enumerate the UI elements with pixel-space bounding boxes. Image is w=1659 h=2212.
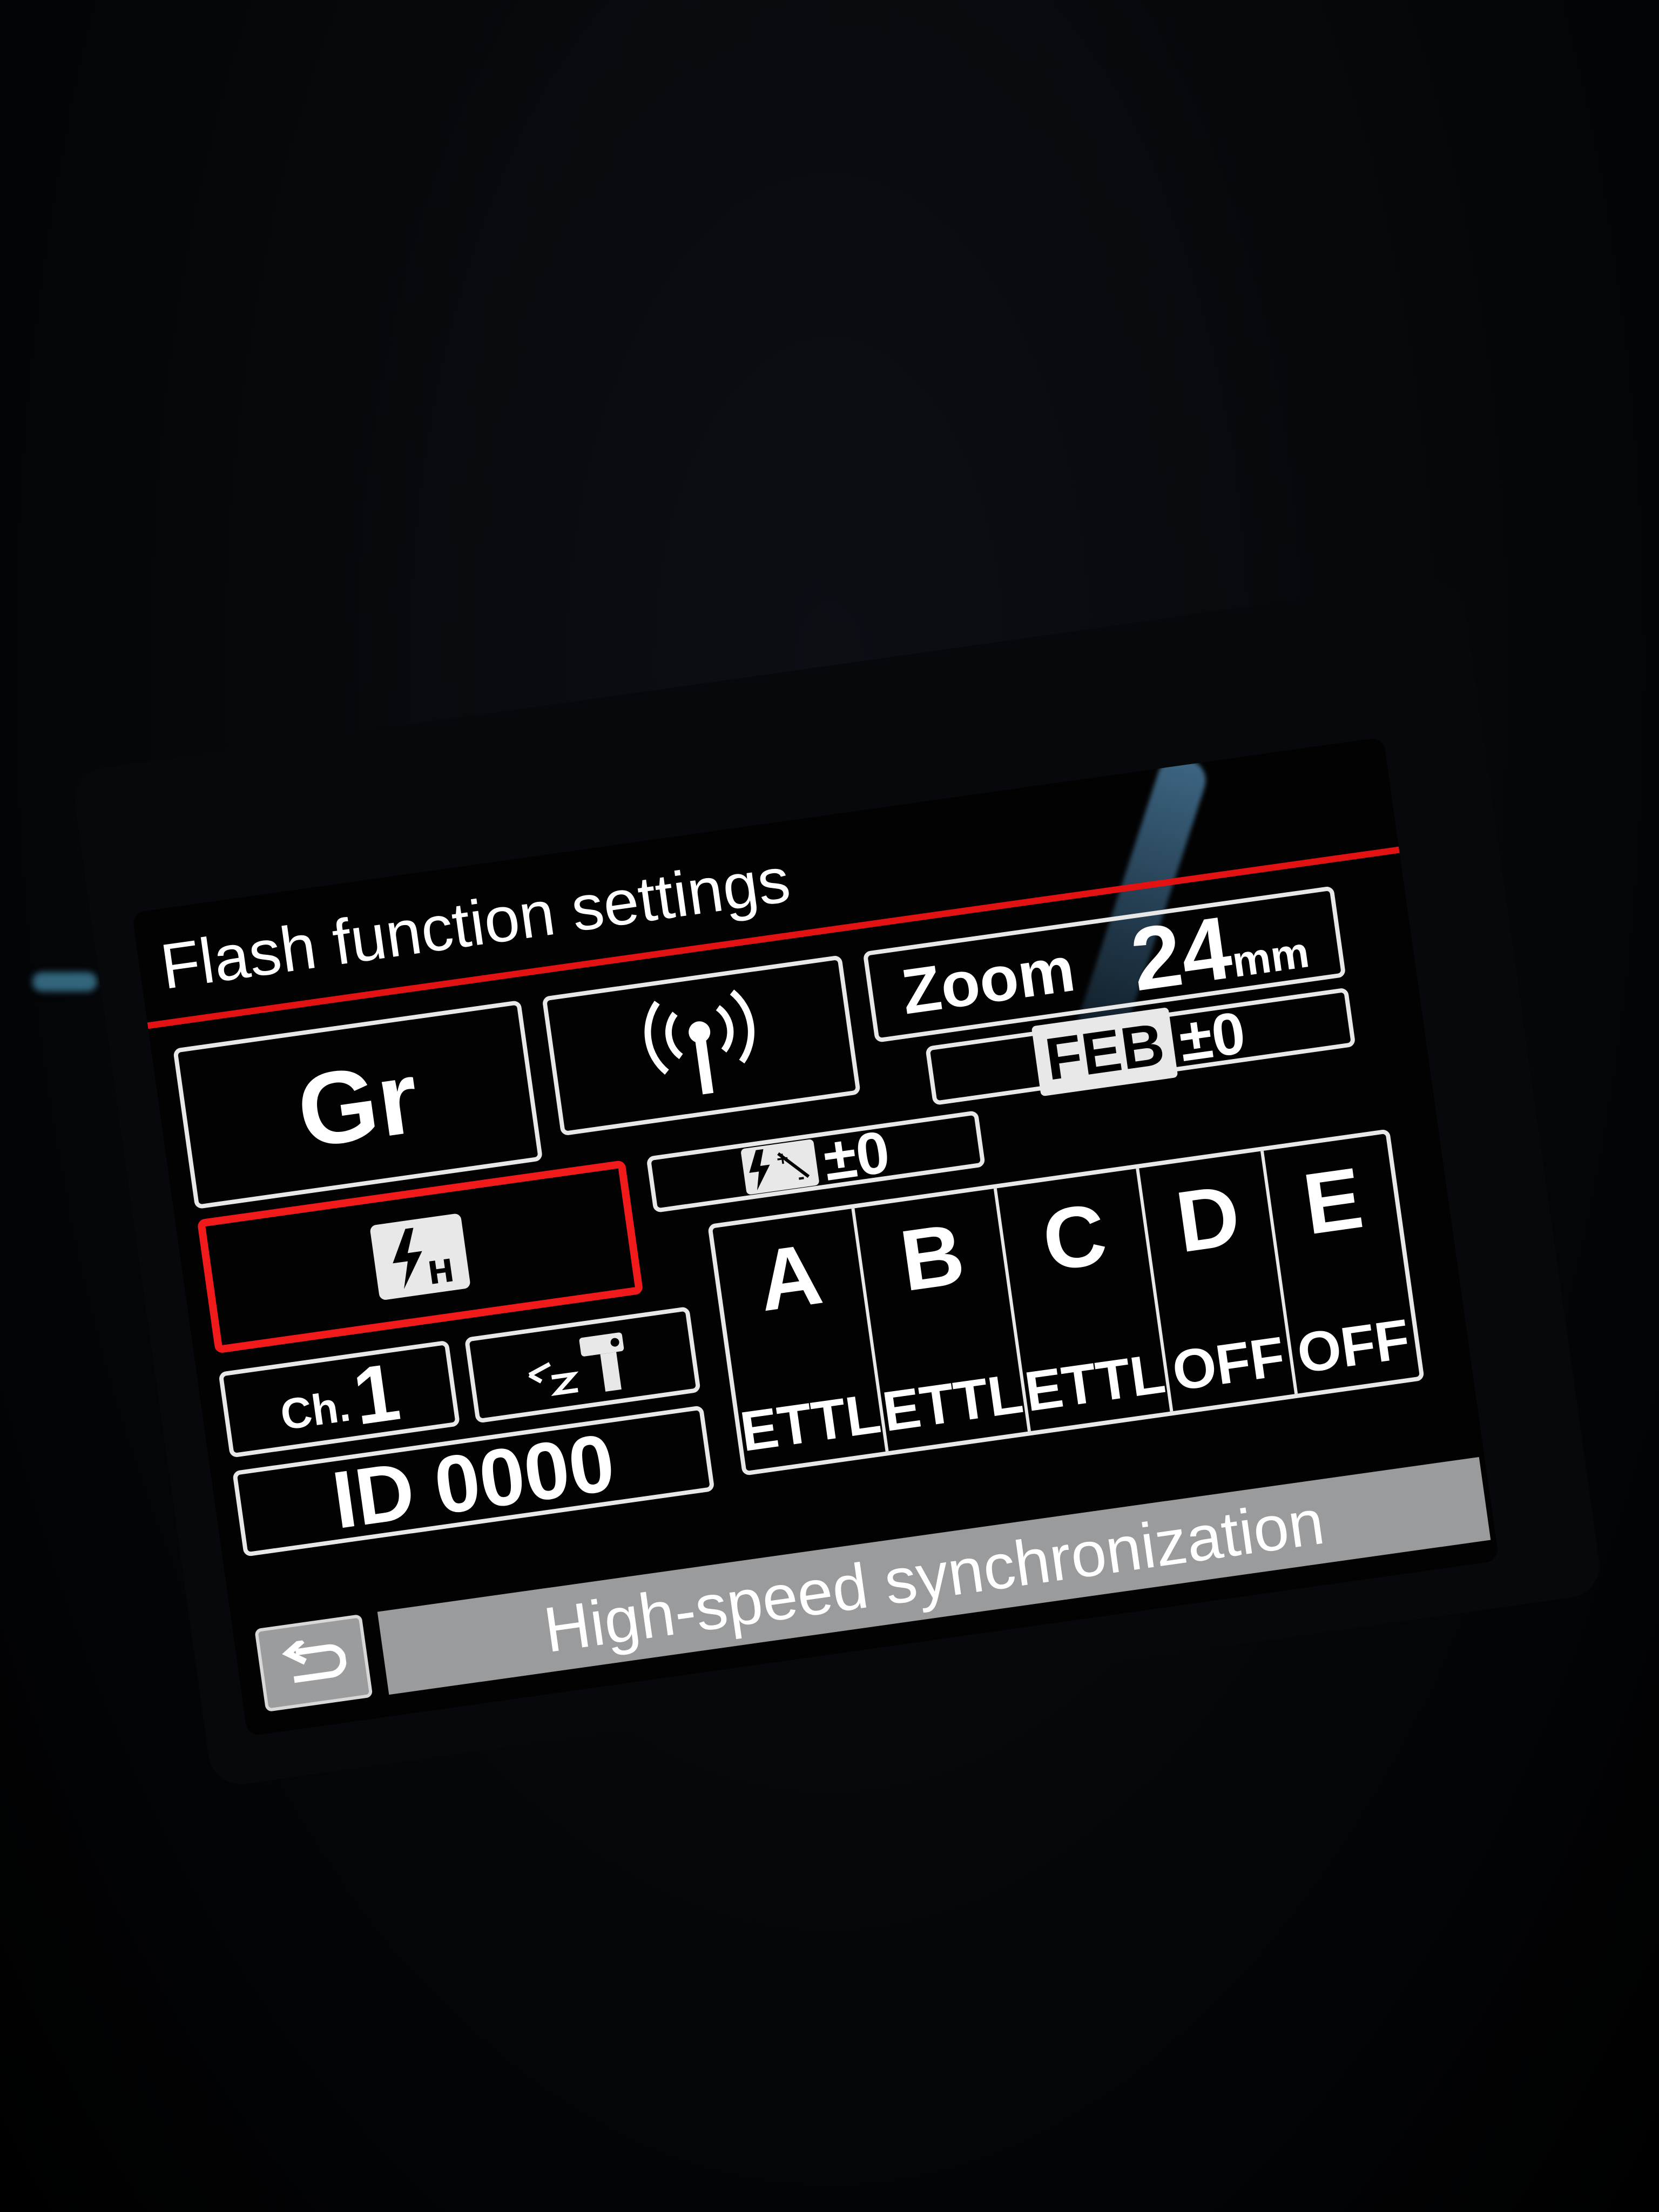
lcd-control-layer: [132, 737, 1499, 1737]
reflection-glow: [32, 972, 97, 992]
